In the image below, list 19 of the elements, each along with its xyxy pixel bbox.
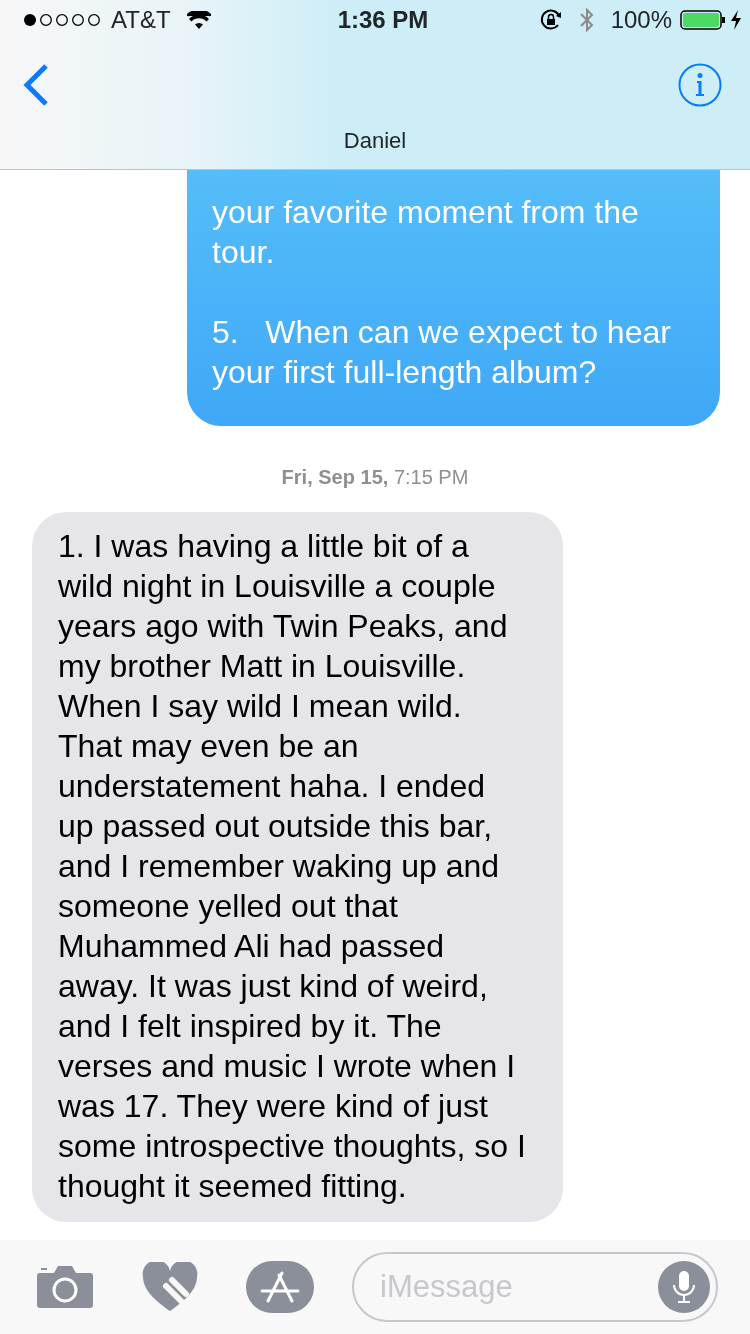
back-icon[interactable] bbox=[22, 63, 50, 107]
status-time: 1:36 PM bbox=[337, 5, 429, 35]
charging-icon bbox=[730, 10, 742, 30]
battery-icon bbox=[680, 10, 726, 30]
rotation-lock-icon bbox=[538, 8, 563, 32]
received-message-bubble: 1. I was having a little bit of a wild night in Louisville a couple years ago with Twin Peaks, and my brother Matt in Louisville. When I say wild I mean wild. That may even be an understatement haha. I ended up passed out outside this bar, and I remember waking up and someone yelled out that Muhammed Ali had passed away. It was just kind of weird, and I felt inspired by it. The verses and music I wrote when I was 17. They were kind of just some introspective thoughts, so I thought it seemed fitting. bbox=[32, 512, 563, 1222]
camera-icon[interactable] bbox=[36, 1265, 94, 1309]
sent-message-bubble: your favorite moment from the tour. 5. When can we expect to hear your first full-length album? bbox=[187, 170, 720, 426]
digital-touch-icon[interactable] bbox=[142, 1262, 198, 1312]
app-store-icon[interactable] bbox=[246, 1261, 314, 1313]
battery-percentage: 100% bbox=[610, 5, 672, 35]
contact-name: Daniel bbox=[342, 130, 408, 152]
wifi-icon bbox=[186, 11, 211, 29]
bluetooth-icon bbox=[578, 7, 595, 33]
message-timestamp: Fri, Sep 15, 7:15 PM bbox=[280, 465, 470, 490]
carrier-name: AT&T bbox=[111, 5, 171, 35]
microphone-icon[interactable] bbox=[658, 1261, 710, 1313]
signal-icon bbox=[24, 13, 103, 27]
info-icon[interactable] bbox=[678, 63, 722, 107]
